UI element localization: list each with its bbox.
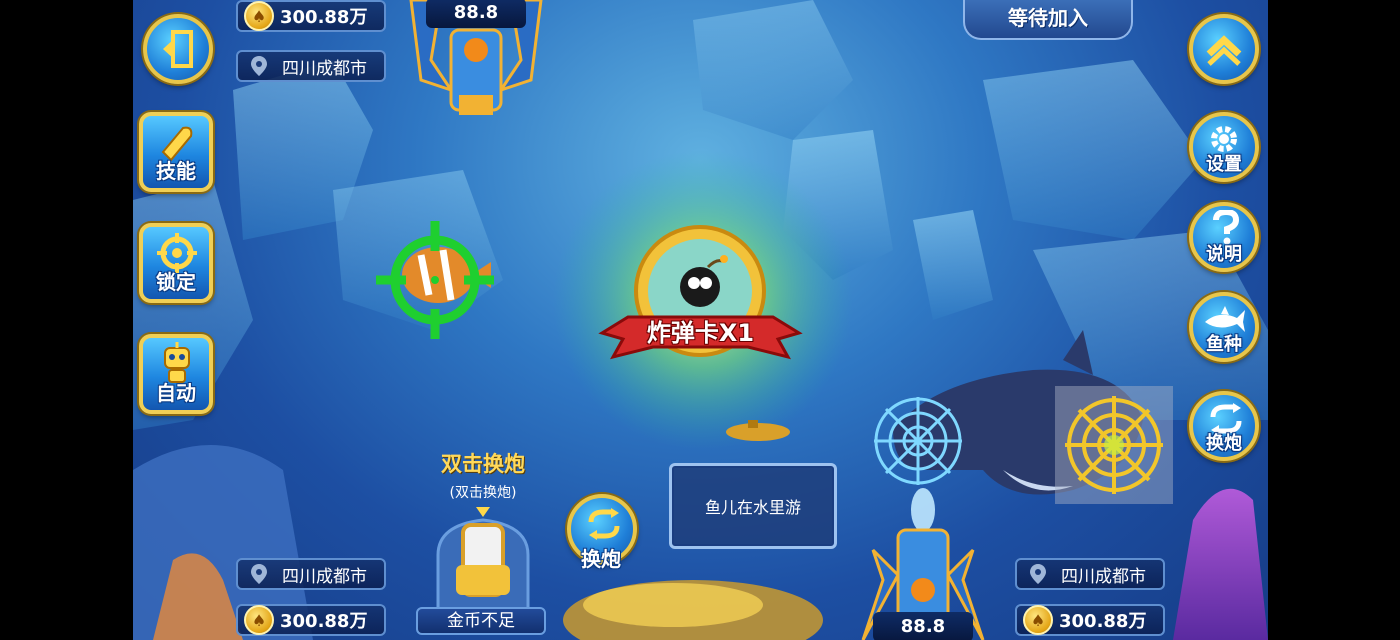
top-left-coin-plate: ♠ 300.88万 [236,0,386,32]
bomb-card-label: 炸弹卡X1 [646,319,755,347]
top-gun-value: 88.8 [426,0,526,28]
bottom-right-location-plate: 四川成都市 [1015,558,1165,590]
location-pin-icon [1030,564,1046,584]
chevron-up-icon [1206,35,1242,66]
cannon-hint-subtitle: (双击换炮) [449,485,517,501]
gold-web-icon [1065,396,1163,494]
message-box: 鱼儿在水里游 [669,463,837,549]
location-pin-icon [251,56,267,76]
bottom-left-location-plate: 四川成都市 [236,558,386,590]
exit-door-icon [163,30,193,68]
settings-label: 设置 [1206,154,1242,175]
swap-cannon-label: 换炮 [581,547,621,571]
net-web-effect [874,397,962,485]
fish-types-button[interactable]: 鱼种 [1189,292,1259,362]
my-cannon[interactable] [418,505,548,615]
exit-button[interactable] [143,14,213,84]
auto-button[interactable]: 自动 [139,334,213,414]
coin-icon: ♠ [244,605,274,635]
bottom-left-location: 四川成都市 [282,566,367,587]
bottom-right-location: 四川成都市 [1061,566,1146,587]
waiting-join-tab[interactable]: 等待加入 [963,0,1133,40]
game-stage[interactable]: 88.8 等待加入 ♠ 300.88万 四川成都市 技能 锁定 自动 设置 说明… [133,0,1268,640]
bottom-right-coin-plate: ♠ 300.88万 [1015,604,1165,636]
bottom-right-gun-value: 88.8 [873,612,973,640]
swap-cannon-right-label: 换炮 [1206,433,1242,454]
message-text: 鱼儿在水里游 [704,498,801,517]
swap-cannon-right-button[interactable]: 换炮 [1189,391,1259,461]
insufficient-coins-status: 金币不足 [416,607,546,635]
help-button[interactable]: 说明 [1189,202,1259,272]
bomb-card-badge [598,225,803,360]
help-label: 说明 [1206,244,1242,265]
bottom-left-coin-plate: ♠ 300.88万 [236,604,386,636]
skill-button[interactable]: 技能 [139,112,213,192]
fish-types-label: 鱼种 [1206,334,1242,355]
location-pin-icon [251,564,267,584]
gold-net-tile [1055,386,1173,504]
lock-target-reticle [376,221,494,339]
auto-label: 自动 [156,381,196,405]
lock-button[interactable]: 锁定 [139,223,213,303]
skill-label: 技能 [156,159,196,183]
coin-icon: ♠ [1023,605,1053,635]
bottom-left-coins: 300.88万 [280,611,368,632]
bomb-card-reward: 炸弹卡X1 [598,225,803,375]
top-left-coins: 300.88万 [280,7,368,28]
settings-button[interactable]: 设置 [1189,112,1259,182]
cannon-hint-title: 双击换炮 [441,452,525,476]
top-left-location: 四川成都市 [282,58,367,79]
coin-icon: ♠ [244,1,274,31]
lock-label: 锁定 [156,270,196,294]
collapse-menu-button[interactable] [1189,14,1259,84]
swap-arrows-icon [588,508,620,540]
bottom-right-coins: 300.88万 [1059,611,1147,632]
top-left-location-plate: 四川成都市 [236,50,386,82]
